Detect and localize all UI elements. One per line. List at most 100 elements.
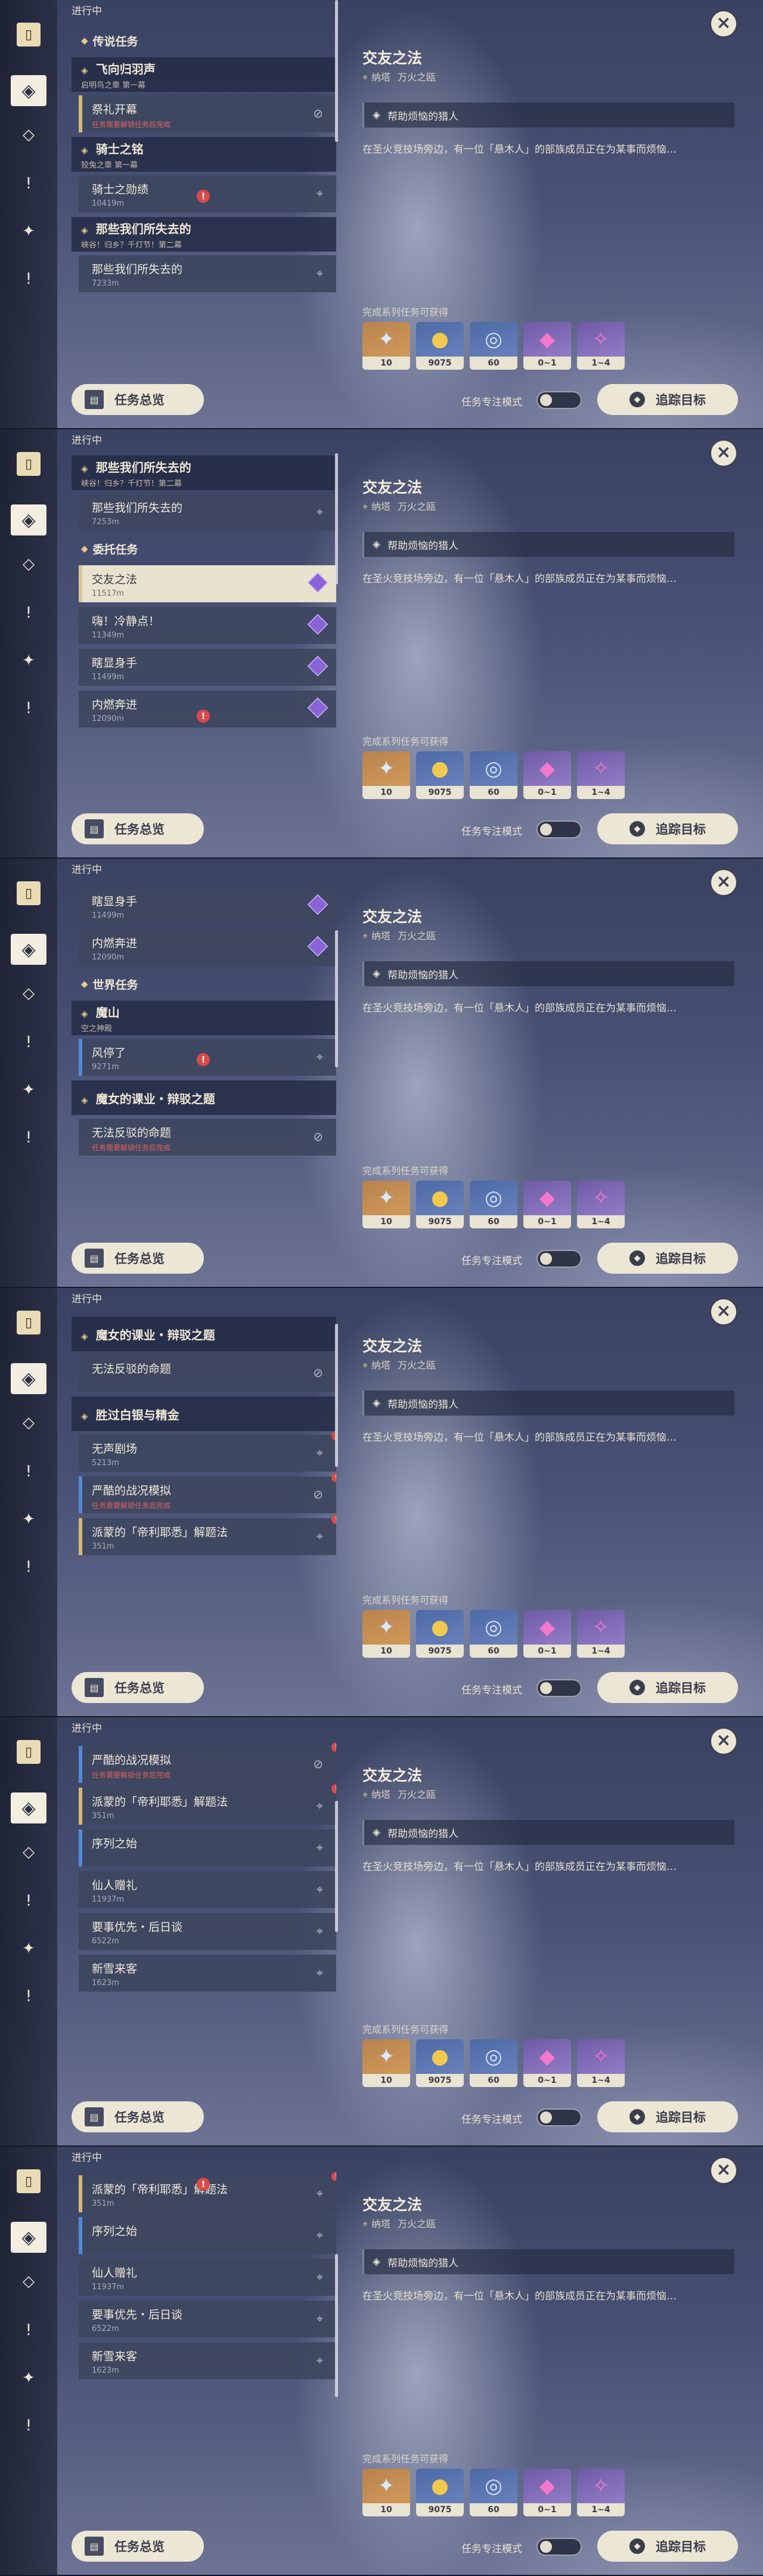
book-icon[interactable]: ▯ — [17, 452, 41, 476]
reward-item[interactable]: ✦ 10 — [362, 751, 410, 799]
diamond-icon[interactable]: ◇ — [17, 2270, 41, 2293]
exclaim-icon[interactable]: ! — [17, 267, 41, 291]
quest-group[interactable]: ◈ 魔女的课业・辩驳之题 — [72, 1317, 336, 1351]
pin-icon[interactable]: ⌖ — [317, 2311, 323, 2326]
focus-mode-toggle[interactable] — [536, 391, 582, 409]
pin-icon[interactable]: ⌖ — [317, 1049, 323, 1064]
focus-mode-toggle[interactable] — [536, 821, 582, 838]
quest-item[interactable]: 祭礼开幕 任务需要解锁任务后完成 ⊘ — [79, 95, 336, 132]
focus-mode-toggle[interactable] — [536, 1250, 582, 1268]
track-button[interactable]: ◆ 追踪目标 — [597, 2101, 738, 2132]
quest-item[interactable]: 那些我们所失去的 7253m ⌖ — [79, 494, 336, 531]
pin-icon[interactable]: ⌖ — [317, 2353, 323, 2367]
star-icon[interactable]: ✦ — [17, 649, 41, 673]
quest-item[interactable]: 派蒙的「帝利耶悉」解题法 351m ⌖! — [79, 1784, 336, 1825]
close-icon[interactable]: × — [709, 439, 738, 467]
blocked-icon[interactable]: ⊘ — [313, 106, 323, 120]
diamond-icon[interactable]: ◇ — [17, 982, 41, 1005]
reward-item[interactable]: ◆ 0~1 — [523, 2469, 571, 2516]
pin-icon[interactable]: ⌖ — [317, 2228, 323, 2242]
pin-icon[interactable]: ⌖ — [317, 1445, 323, 1460]
pin-icon[interactable]: ⌖ — [317, 1840, 323, 1854]
track-button[interactable]: ◆ 追踪目标 — [597, 813, 738, 844]
pin-icon[interactable]: ⌖ — [317, 1965, 323, 1980]
quest-item[interactable]: 内燃奔进 12090m — [79, 929, 336, 966]
quest-item[interactable]: 要事优先・后日谈 6522m ⌖ — [79, 1913, 336, 1950]
reward-item[interactable]: ◆ 0~1 — [523, 1181, 571, 1228]
track-button[interactable]: ◆ 追踪目标 — [597, 2531, 738, 2562]
quest-item[interactable]: 派蒙的「帝利耶悉」解题法 351m ⌖! — [79, 1515, 336, 1555]
reward-item[interactable]: ● 9075 — [416, 322, 464, 370]
reward-item[interactable]: ◎ 60 — [470, 1181, 517, 1228]
focus-mode-toggle[interactable] — [536, 2109, 582, 2126]
quest-item[interactable]: 那些我们所失去的 7233m ⌖ — [79, 255, 336, 292]
quest-group[interactable]: ◈ 那些我们所失去的 峡谷！归乡？千灯节！第二幕 — [72, 217, 336, 252]
diamond-icon[interactable]: ◇ — [17, 123, 41, 147]
book-icon[interactable]: ▯ — [17, 1311, 41, 1335]
reward-item[interactable]: ◎ 60 — [470, 2469, 517, 2516]
quest-item[interactable]: 要事优先・后日谈 6522m ⌖ — [79, 2301, 336, 2337]
quest-item[interactable]: 内燃奔进 12090m — [79, 691, 336, 727]
star-icon[interactable]: ✦ — [17, 1937, 41, 1961]
pin-icon[interactable]: ⌖ — [317, 186, 323, 200]
book-icon[interactable]: ▯ — [17, 2169, 41, 2193]
star-icon[interactable]: ✦ — [17, 1078, 41, 1102]
quest-item[interactable]: 仙人赠礼 11937m ⌖ — [79, 1871, 336, 1908]
pin-icon[interactable]: ⌖ — [317, 2270, 323, 2284]
book-icon[interactable]: ▯ — [17, 881, 41, 905]
list-scrollbar[interactable] — [335, 0, 338, 142]
reward-item[interactable]: ◎ 60 — [470, 1610, 517, 1658]
blocked-icon[interactable]: ⊘ — [313, 1366, 323, 1380]
overview-button[interactable]: ▤ 任务总览 — [72, 2531, 204, 2562]
focus-mode-toggle[interactable] — [536, 1679, 582, 1697]
pin-icon[interactable]: ⌖ — [317, 2186, 323, 2200]
reward-item[interactable]: ● 9075 — [416, 1181, 464, 1228]
alert-icon[interactable]: ! — [17, 601, 41, 625]
close-icon[interactable]: × — [709, 868, 738, 897]
reward-item[interactable]: ✧ 1~4 — [577, 1610, 625, 1658]
quest-item[interactable]: 嗨！冷静点！ 11349m — [79, 607, 336, 644]
alert-icon[interactable]: ! — [17, 2318, 41, 2342]
pin-icon[interactable]: ⌖ — [317, 504, 323, 519]
compass-icon[interactable]: ◈ — [11, 75, 46, 106]
reward-item[interactable]: ◆ 0~1 — [523, 751, 571, 799]
close-icon[interactable]: × — [709, 1298, 738, 1326]
reward-item[interactable]: ✧ 1~4 — [577, 322, 625, 370]
compass-icon[interactable]: ◈ — [11, 504, 46, 535]
overview-button[interactable]: ▤ 任务总览 — [72, 1672, 204, 1703]
star-icon[interactable]: ✦ — [17, 1507, 41, 1531]
alert-icon[interactable]: ! — [17, 1889, 41, 1913]
quest-item[interactable]: 无声剧场5213m⌖! — [79, 1431, 336, 1472]
reward-item[interactable]: ● 9075 — [416, 2469, 464, 2516]
reward-item[interactable]: ◎ 60 — [470, 751, 517, 799]
reward-item[interactable]: ✧ 1~4 — [577, 1181, 625, 1228]
compass-icon[interactable]: ◈ — [11, 934, 46, 965]
quest-item[interactable]: 严酷的战况模拟任务需要解锁任务后完成 ⊘! — [79, 1742, 336, 1783]
exclaim-icon[interactable]: ! — [17, 1984, 41, 2008]
pin-icon[interactable]: ⌖ — [317, 266, 323, 280]
close-icon[interactable]: × — [709, 2156, 738, 2185]
blocked-icon[interactable]: ⊘ — [313, 1487, 323, 1501]
quest-item[interactable]: 瞎显身手 11499m — [79, 649, 336, 686]
alert-icon[interactable]: ! — [17, 1030, 41, 1054]
diamond-icon[interactable]: ◇ — [17, 552, 41, 576]
close-icon[interactable]: × — [709, 10, 738, 38]
quest-item[interactable]: 序列之始 ⌖ — [79, 2217, 336, 2254]
close-icon[interactable]: × — [709, 1727, 738, 1755]
list-scrollbar[interactable] — [335, 2254, 338, 2397]
quest-group[interactable]: ◈ 魔山 空之神殿 — [72, 1001, 336, 1035]
quest-group[interactable]: ◈ 飞向归羽声 启明鸟之章 第一幕 — [72, 57, 336, 92]
compass-icon[interactable]: ◈ — [11, 1792, 46, 1823]
exclaim-icon[interactable]: ! — [17, 696, 41, 720]
reward-item[interactable]: ✦ 10 — [362, 1610, 410, 1658]
diamond-icon[interactable]: ◇ — [17, 1840, 41, 1864]
reward-item[interactable]: ● 9075 — [416, 1610, 464, 1658]
quest-item[interactable]: 无法反驳的命题 任务需要解锁任务后完成 ⊘ — [79, 1119, 336, 1156]
pin-icon[interactable]: ⌖ — [317, 1529, 323, 1543]
quest-group[interactable]: ◈ 魔女的课业・辩驳之题 — [72, 1080, 336, 1115]
pin-icon[interactable]: ⌖ — [317, 1882, 323, 1896]
exclaim-icon[interactable]: ! — [17, 1126, 41, 1150]
track-button[interactable]: ◆ 追踪目标 — [597, 1672, 738, 1703]
reward-item[interactable]: ✦ 10 — [362, 322, 410, 370]
pin-icon[interactable]: ⌖ — [317, 1924, 323, 1938]
